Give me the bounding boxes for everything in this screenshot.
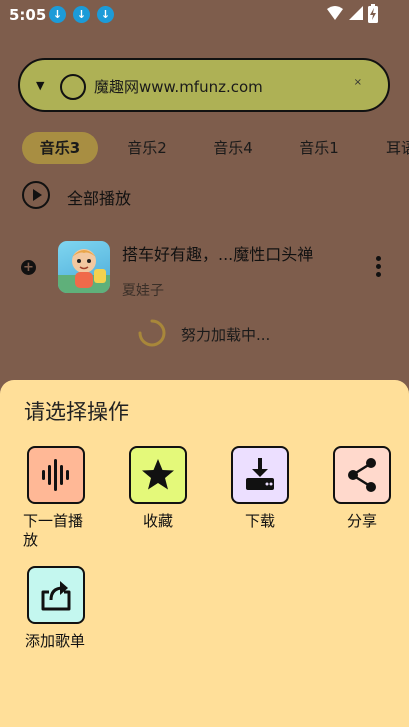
loading-label: 努力加载中...: [181, 326, 271, 344]
tab-music1[interactable]: 音乐1: [284, 132, 354, 164]
share-icon: [348, 458, 376, 492]
download-label: 下载: [245, 512, 276, 530]
download-icon: ↓: [49, 6, 66, 23]
wifi-icon: [327, 6, 343, 20]
cartoon-character-image: [58, 249, 110, 293]
action-sheet: 请选择操作 下一首播放 收藏 下载 分享 添加歌单: [0, 380, 409, 727]
waveform-icon: [42, 459, 69, 491]
share-action[interactable]: 分享: [327, 446, 397, 536]
download-icon: ↓: [97, 6, 114, 23]
play-icon: [33, 189, 42, 201]
song-thumbnail: [58, 241, 110, 293]
music-app: 5:05 ↓ ↓ ↓ ▼ 魔趣网www.mfunz.com × 音乐3 音乐2 …: [0, 0, 409, 727]
status-bar: 5:05 ↓ ↓ ↓: [0, 0, 409, 30]
tab-music2[interactable]: 音乐2: [112, 132, 182, 164]
search-bar[interactable]: ▼ 魔趣网www.mfunz.com ×: [18, 58, 390, 112]
tab-music3[interactable]: 音乐3: [22, 132, 98, 164]
clear-icon[interactable]: ×: [354, 77, 362, 88]
download-button[interactable]: [231, 446, 289, 504]
search-circle-icon: [60, 74, 86, 100]
share-label: 分享: [347, 512, 378, 530]
download-tray-icon: [246, 458, 274, 490]
add-song-icon[interactable]: +: [21, 260, 36, 275]
battery-icon: [368, 4, 378, 23]
share-button[interactable]: [333, 446, 391, 504]
star-icon: [142, 459, 174, 490]
tab-whisper[interactable]: 耳语: [372, 132, 409, 164]
favorite-label: 收藏: [143, 512, 174, 530]
status-time: 5:05: [9, 6, 47, 24]
category-tabs: 音乐3 音乐2 音乐4 音乐1 耳语: [0, 132, 409, 166]
play-all-button[interactable]: [22, 181, 50, 209]
song-artist: 夏娃子: [122, 283, 164, 299]
play-next-action[interactable]: 下一首播放: [21, 446, 91, 556]
more-options-icon[interactable]: [376, 256, 382, 280]
song-title[interactable]: 搭车好有趣，...魔性口头禅: [122, 241, 313, 265]
loading-spinner-icon: [138, 319, 166, 347]
add-to-playlist-label: 添加歌单: [25, 632, 86, 650]
signal-icon: [349, 6, 363, 20]
add-to-playlist-action[interactable]: 添加歌单: [21, 566, 91, 656]
add-to-playlist-icon: [41, 581, 71, 611]
play-next-button[interactable]: [27, 446, 85, 504]
download-action[interactable]: 下载: [225, 446, 295, 536]
add-to-playlist-button[interactable]: [27, 566, 85, 624]
search-input[interactable]: 魔趣网www.mfunz.com: [94, 76, 263, 97]
favorite-action[interactable]: 收藏: [123, 446, 193, 536]
favorite-button[interactable]: [129, 446, 187, 504]
sheet-title: 请选择操作: [24, 400, 129, 424]
tab-music4[interactable]: 音乐4: [198, 132, 268, 164]
play-next-label: 下一首播放: [23, 512, 84, 549]
download-icon: ↓: [73, 6, 90, 23]
play-all-label[interactable]: 全部播放: [67, 185, 131, 209]
dropdown-caret-icon[interactable]: ▼: [36, 79, 44, 92]
